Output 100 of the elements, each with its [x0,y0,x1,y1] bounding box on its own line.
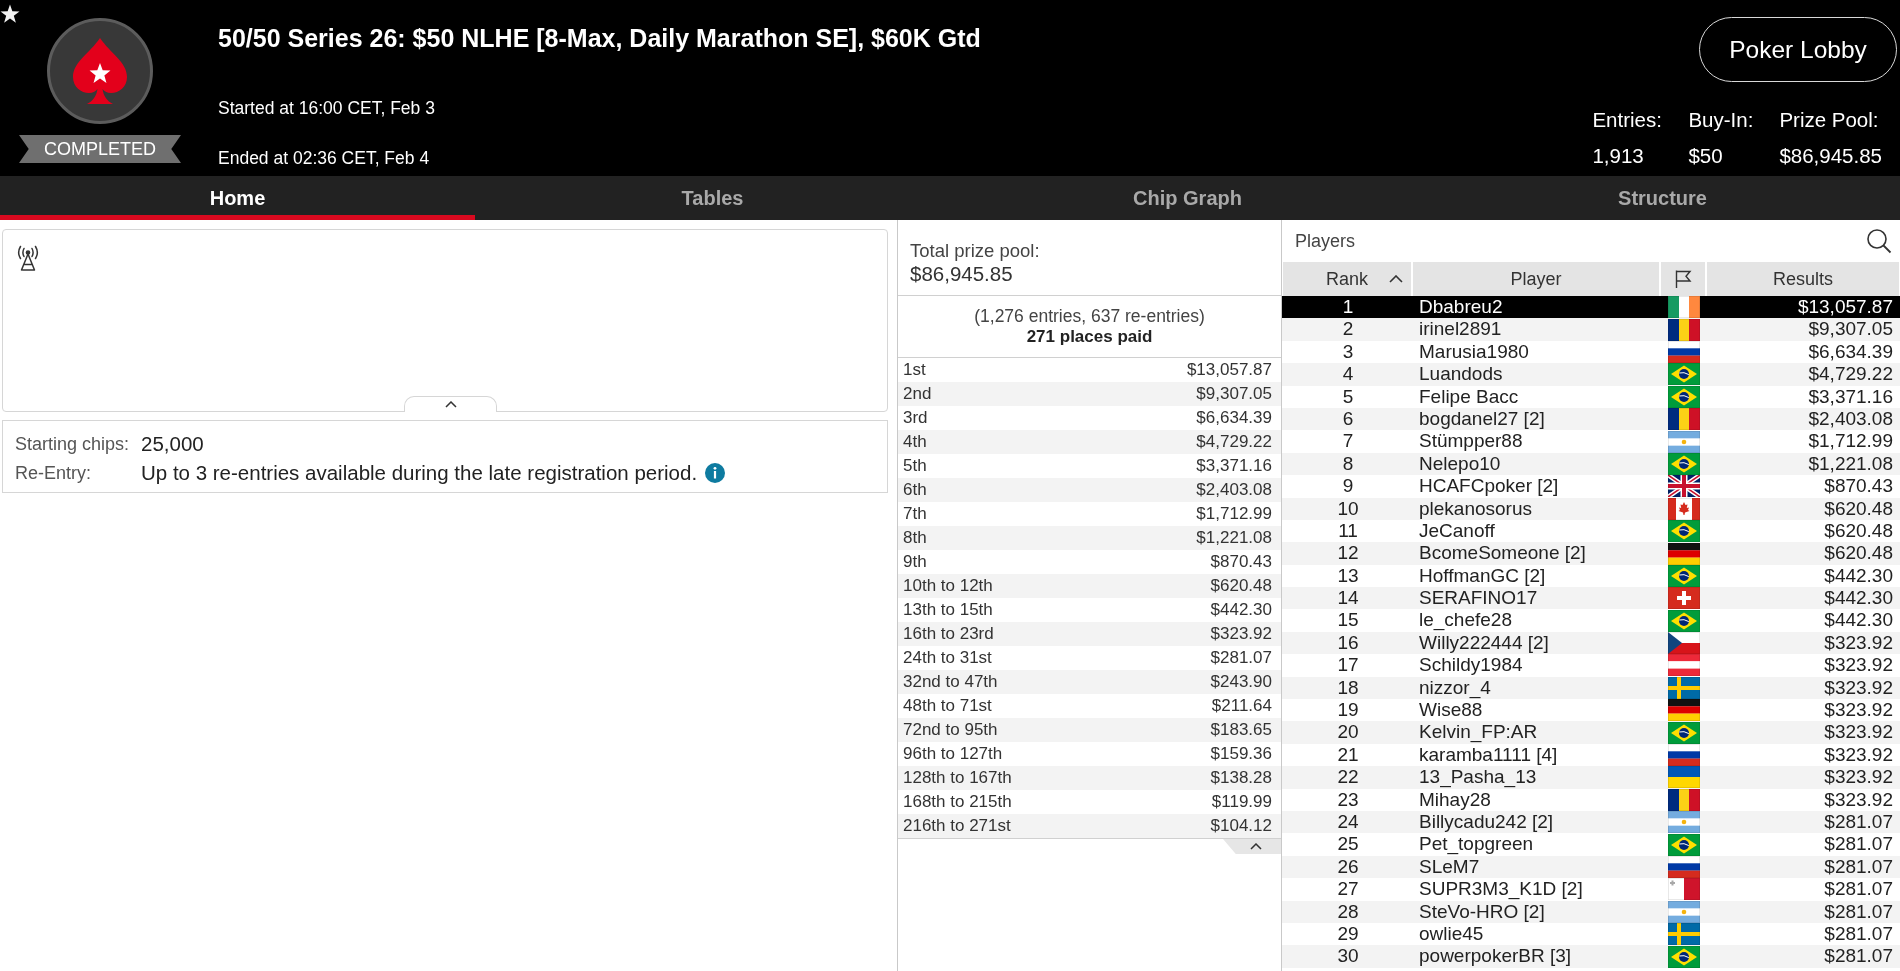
rank-cell: 13 [1337,564,1359,588]
result-cell: $870.43 [1824,475,1893,498]
result-cell: $1,712.99 [1808,430,1893,453]
player-name-cell: Schildy1984 [1419,654,1523,677]
result-cell: $281.07 [1824,855,1893,879]
player-row[interactable]: 29 owlie45 $281.07 [1282,922,1900,946]
rank-cell: 5 [1342,385,1354,408]
player-row[interactable]: 2 irinel2891 $9,307.05 [1282,318,1900,341]
player-row[interactable]: 28 SteVo-HRO [2] $281.07 [1282,900,1900,923]
player-row[interactable]: 26 SLeM7 $281.07 [1282,855,1900,879]
rank-cell: 30 [1337,945,1359,968]
player-name-cell: Wise88 [1419,699,1483,722]
player-row[interactable]: 3 Marusia1980 $6,634.39 [1282,340,1900,364]
prize-cell: $620.48 [1210,576,1272,596]
rank-cell: 8 [1342,452,1354,476]
player-row[interactable]: 18 nizzor_4 $323.92 [1282,676,1900,700]
player-row[interactable]: 24 Billycadu242 [2] $281.07 [1282,811,1900,834]
result-cell: $281.07 [1824,833,1893,856]
player-row[interactable]: 13 HoffmanGC [2] $442.30 [1282,564,1900,588]
tab[interactable]: Structure [1425,176,1900,220]
tab[interactable]: Tables [475,176,950,220]
tab[interactable]: Chip Graph [950,176,1425,220]
stat-label: Prize Pool: [1779,108,1879,132]
brazil-flag-icon [1668,833,1700,856]
info-icon[interactable] [705,463,726,483]
place-cell: 13th to 15th [903,600,993,620]
argentina-flag-icon [1668,811,1700,834]
star-icon[interactable] [0,4,20,24]
rank-cell: 16 [1337,631,1359,655]
canada-flag-icon [1668,497,1700,520]
player-row[interactable]: 7 Stümpper88 $1,712.99 [1282,430,1900,453]
sweden-flag-icon [1668,676,1700,699]
place-cell: 10th to 12th [903,576,993,596]
player-name-cell: Marusia1980 [1419,340,1529,364]
column-header[interactable]: Player [1413,262,1661,296]
player-row[interactable]: 25 Pet_topgreen $281.07 [1282,833,1900,856]
prize-cell: $183.65 [1210,720,1272,740]
player-row[interactable]: 27 SUPR3M3_K1D [2] $281.07 [1282,878,1900,901]
total-prize-amount: $86,945.85 [910,262,1013,286]
sweden-flag-icon [1668,923,1700,946]
column-header[interactable]: Results [1707,262,1899,296]
player-row[interactable]: 14 SERAFINO17 $442.30 [1282,587,1900,610]
player-row[interactable]: 16 Willy222444 [2] $323.92 [1282,631,1900,655]
result-cell: $2,403.08 [1808,407,1893,431]
player-name-cell: Felipe Bacc [1419,385,1519,408]
rank-cell: 19 [1337,699,1359,722]
player-name-cell: HoffmanGC [2] [1419,564,1546,588]
result-cell: $13,057.87 [1797,296,1893,319]
player-row[interactable]: 5 Felipe Bacc $3,371.16 [1282,385,1900,408]
rank-cell: 26 [1337,855,1359,879]
romania-flag-icon [1668,788,1700,811]
player-name-cell: SteVo-HRO [2] [1419,900,1545,923]
panel-title: Players [1295,230,1356,252]
column-header[interactable] [1661,262,1707,296]
switzerland-flag-icon [1668,587,1700,610]
rank-cell: 15 [1337,609,1359,632]
place-cell: 72nd to 95th [903,720,998,740]
malta-flag-icon [1668,878,1700,901]
player-row[interactable]: 8 Nelepo10 $1,221.08 [1282,452,1900,476]
rank-cell: 24 [1337,811,1359,834]
player-row[interactable]: 23 Mihay28 $323.92 [1282,788,1900,811]
place-cell: 16th to 23rd [903,624,994,644]
player-row[interactable]: 4 Luandods $4,729.22 [1282,363,1900,386]
rank-cell: 20 [1337,721,1359,744]
tab[interactable]: Home [0,176,475,220]
result-cell: $442.30 [1824,564,1893,588]
player-row[interactable]: 6 bogdanel27 [2] $2,403.08 [1282,407,1900,431]
result-cell: $281.07 [1824,922,1893,946]
prize-cell: $13,057.87 [1186,360,1272,380]
player-name-cell: nizzor_4 [1419,676,1491,700]
rank-cell: 6 [1342,407,1354,431]
prize-cell: $870.43 [1210,552,1272,572]
player-row[interactable]: 22 13_Pasha_13 $323.92 [1282,766,1900,789]
argentina-flag-icon [1668,900,1700,923]
player-row[interactable]: 15 le_chefe28 $442.30 [1282,609,1900,632]
player-name-cell: SUPR3M3_K1D [2] [1419,878,1583,901]
player-row[interactable]: 17 Schildy1984 $323.92 [1282,654,1900,677]
brazil-flag-icon [1668,721,1700,744]
russia-flag-icon [1668,744,1700,766]
player-row[interactable]: 19 Wise88 $323.92 [1282,699,1900,722]
column-header[interactable]: Rank [1283,262,1413,296]
rank-cell: 21 [1337,743,1359,767]
player-row[interactable]: 1 Dbabreu2 $13,057.87 [1282,296,1900,319]
prize-cell: $4,729.22 [1196,432,1272,452]
player-name-cell: BcomeSomeone [2] [1419,542,1586,565]
collapse-button[interactable] [1223,839,1281,854]
player-row[interactable]: 10 plekanosorus $620.48 [1282,497,1900,520]
stat-value: $50 [1688,144,1723,168]
germany-flag-icon [1668,699,1700,722]
player-row[interactable]: 20 Kelvin_FP:AR $323.92 [1282,721,1900,744]
player-row[interactable]: 11 JeCanoff $620.48 [1282,519,1900,543]
player-row[interactable]: 30 powerpokerBR [3] $281.07 [1282,945,1900,968]
tournament-title: 50/50 Series 26: $50 NLHE [8-Max, Daily Marathon SE], $60K Gtd [218,23,981,53]
search-icon[interactable] [1866,228,1892,254]
player-row[interactable]: 12 BcomeSomeone [2] $620.48 [1282,542,1900,565]
player-name-cell: SLeM7 [1419,855,1480,879]
rank-cell: 1 [1342,296,1354,319]
rank-cell: 23 [1337,788,1359,811]
player-row[interactable]: 21 karamba1111 [4] $323.92 [1282,743,1900,767]
place-cell: 128th to 167th [903,768,1012,788]
